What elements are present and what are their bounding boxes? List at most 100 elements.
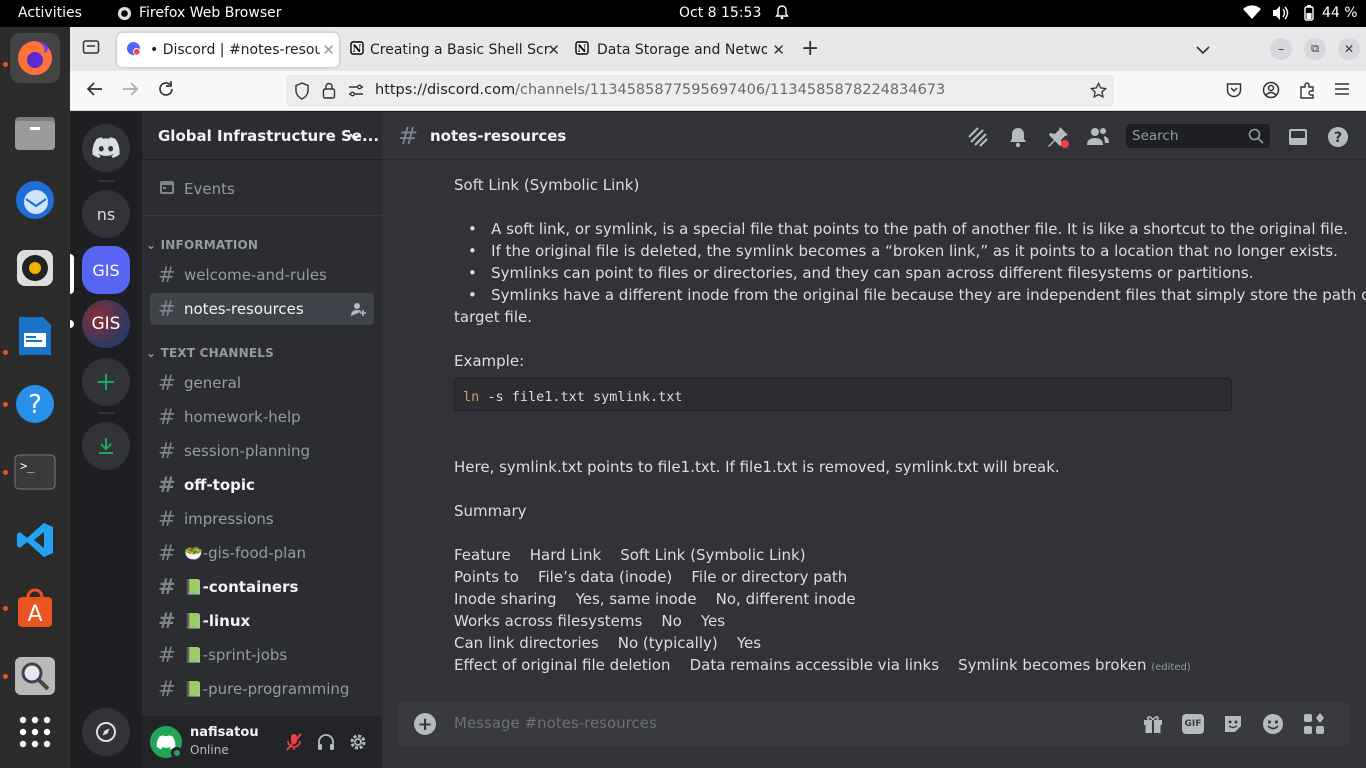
hash-icon: # [158,575,176,599]
divider [142,215,382,216]
account-icon[interactable] [1262,81,1280,104]
upload-plus-icon[interactable]: + [414,713,436,735]
channel-sprint-jobs[interactable]: # 📗-sprint-jobs [150,639,374,671]
discover-compass-icon[interactable] [82,708,130,756]
image-viewer-dock-icon[interactable] [10,651,60,701]
tracking-protection-icon[interactable] [294,82,310,104]
emoji-icon[interactable] [1262,713,1284,739]
channel-linux[interactable]: # 📗-linux [150,605,374,637]
add-server-icon[interactable]: + [82,358,130,406]
online-status-dot [171,747,183,759]
threads-icon[interactable] [966,125,990,153]
channel-off-topic[interactable]: # off-topic [150,469,374,501]
settings-gear-icon[interactable] [348,732,368,756]
rhythmbox-dock-icon[interactable] [10,243,60,293]
forward-icon[interactable] [121,80,139,103]
files-dock-icon[interactable] [10,107,60,157]
channel-containers[interactable]: # 📗-containers [150,571,374,603]
hash-icon: # [158,263,176,287]
notification-bell-icon[interactable] [1006,125,1030,153]
wifi-icon[interactable] [1243,5,1261,24]
firefox-dock-icon[interactable] [10,33,60,83]
close-tab-icon[interactable]: ✕ [547,41,560,59]
back-icon[interactable] [86,80,104,103]
direct-messages-button[interactable] [82,124,130,172]
gift-icon[interactable] [1142,713,1164,739]
menu-icon[interactable] [1334,81,1350,102]
headphones-icon[interactable] [316,732,336,756]
avatar[interactable] [150,726,183,759]
terminal-dock-icon[interactable]: >_ [10,447,60,497]
bookmark-star-icon[interactable] [1089,81,1108,103]
clock[interactable]: Oct 8 15:53 [679,5,761,21]
activities-button[interactable]: Activities [18,5,82,21]
pocket-icon[interactable] [1226,82,1242,103]
tab-shell-script[interactable]: N Creating a Basic Shell Scr ✕ [342,33,564,67]
close-tab-icon[interactable]: ✕ [322,41,335,59]
download-apps-icon[interactable] [82,422,130,470]
reload-icon[interactable] [157,80,175,103]
sticker-icon[interactable] [1222,713,1244,739]
help-icon[interactable]: ? [1326,125,1350,153]
thunderbird-dock-icon[interactable] [10,175,60,225]
show-apps-icon[interactable] [10,707,60,757]
pinned-messages-icon[interactable] [1046,125,1070,153]
writer-dock-icon[interactable] [10,311,60,361]
edited-tag: (edited) [1151,662,1191,673]
channel-pure-programming[interactable]: # 📗-pure-programming [150,673,374,705]
events-item[interactable]: Events [150,173,374,205]
tab-label: • Discord | #notes-resourc [150,42,320,58]
list-all-tabs-icon[interactable] [1195,39,1211,60]
restore-icon[interactable]: ⧉ [1304,38,1326,60]
inbox-icon[interactable] [1286,125,1310,153]
server-header[interactable]: Global Infrastructure Se... [142,112,382,160]
channel-impressions[interactable]: # impressions [150,503,374,535]
close-tab-icon[interactable]: ✕ [772,41,785,59]
new-tab-icon[interactable]: + [801,36,819,61]
minimize-icon[interactable]: – [1270,38,1292,60]
message-composer[interactable]: + Message #notes-resources GIF [398,702,1350,746]
table-row: Can link directories No (typically) Yes [454,634,762,652]
category-information[interactable]: ⌄ INFORMATION [146,238,258,252]
running-indicator [3,402,8,407]
selected-guild-pill [70,254,74,294]
lock-icon[interactable] [322,82,336,103]
app-center-dock-icon[interactable]: A [10,583,60,633]
running-indicator [3,62,8,67]
firefox-view-icon[interactable] [82,38,100,61]
create-invite-icon[interactable] [350,301,366,321]
apps-icon[interactable] [1302,712,1326,740]
guild-gis-secondary[interactable]: GIS [82,300,130,348]
channel-homework-help[interactable]: # homework-help [150,401,374,433]
channel-welcome-and-rules[interactable]: # welcome-and-rules [150,259,374,291]
permissions-icon[interactable] [348,84,364,102]
tab-data-storage[interactable]: N Data Storage and Networ ✕ [567,33,789,67]
vscode-dock-icon[interactable] [10,515,60,565]
calendar-icon [158,178,184,200]
gif-button[interactable]: GIF [1182,714,1204,734]
tab-discord[interactable]: • Discord | #notes-resourc ✕ [117,33,339,67]
guild-gis-active[interactable]: GIS [82,246,130,294]
category-text-channels[interactable]: ⌄ TEXT CHANNELS [146,346,274,360]
channel-general[interactable]: # general [150,367,374,399]
svg-text:>_: >_ [20,459,35,473]
url-bar[interactable]: https://discord.com/channels/11345858775… [286,75,1114,107]
channel-notes-resources[interactable]: # notes-resources [150,293,374,325]
tab-label: Data Storage and Networ [597,42,767,58]
code-block[interactable]: ln -s file1.txt symlink.txt [454,378,1232,411]
close-window-icon[interactable]: ✕ [1338,38,1360,60]
search-input[interactable]: Search [1126,124,1270,148]
table-row: Works across filesystems No Yes [454,612,726,630]
message-heading: Soft Link (Symbolic Link) [454,176,640,194]
extensions-icon[interactable] [1298,81,1316,104]
volume-icon[interactable] [1272,5,1289,25]
battery-icon[interactable] [1304,5,1314,25]
member-list-icon[interactable] [1086,125,1110,153]
channel-session-planning[interactable]: # session-planning [150,435,374,467]
running-indicator [3,674,8,679]
microphone-muted-icon[interactable] [284,732,304,756]
help-dock-icon[interactable]: ? [10,379,60,429]
channel-gis-food-plan[interactable]: # 🥗-gis-food-plan [150,537,374,569]
focused-app-name[interactable]: Firefox Web Browser [139,5,282,21]
guild-ns[interactable]: ns [82,190,130,238]
